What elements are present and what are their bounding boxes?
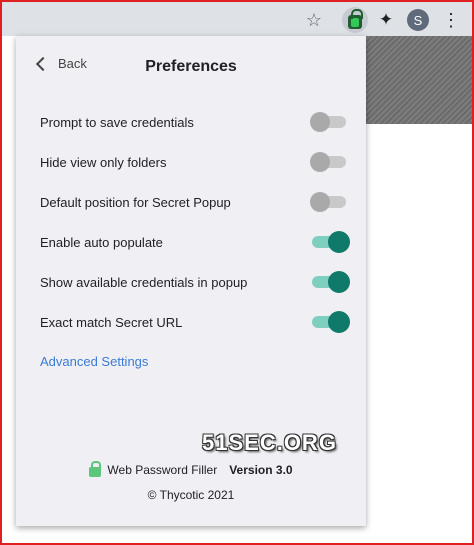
setting-row: Enable auto populate bbox=[40, 230, 350, 254]
setting-toggle[interactable] bbox=[310, 110, 346, 134]
product-name: Web Password Filler bbox=[107, 463, 218, 477]
copyright: © Thycotic 2021 bbox=[147, 488, 235, 502]
page-background-pattern bbox=[365, 36, 472, 124]
setting-label: Exact match Secret URL bbox=[40, 314, 183, 330]
setting-toggle[interactable] bbox=[310, 150, 346, 174]
lock-icon bbox=[89, 461, 102, 477]
setting-label: Enable auto populate bbox=[40, 234, 163, 250]
setting-row: Hide view only folders bbox=[40, 150, 346, 174]
kebab-menu-icon[interactable]: ⋮ bbox=[439, 8, 463, 32]
watermark: 51SEC.ORG bbox=[202, 430, 337, 455]
toggle-knob bbox=[310, 112, 330, 132]
page-title: Preferences bbox=[145, 58, 237, 75]
setting-toggle[interactable] bbox=[310, 230, 350, 254]
setting-label: Show available credentials in popup bbox=[40, 274, 248, 290]
setting-label: Default position for Secret Popup bbox=[40, 194, 231, 210]
toggle-knob bbox=[310, 152, 330, 172]
setting-toggle[interactable] bbox=[310, 190, 346, 214]
toggle-knob bbox=[328, 231, 350, 253]
footer: Web Password Filler Version 3.0 bbox=[16, 461, 366, 477]
setting-row: Exact match Secret URL bbox=[40, 310, 350, 334]
lock-extension-icon[interactable] bbox=[342, 7, 368, 33]
version-label: Version 3.0 bbox=[229, 463, 293, 477]
star-icon[interactable]: ☆ bbox=[302, 8, 326, 32]
setting-toggle[interactable] bbox=[310, 270, 350, 294]
setting-row: Show available credentials in popup bbox=[40, 270, 350, 294]
setting-row: Prompt to save credentials bbox=[40, 110, 346, 134]
toggle-knob bbox=[310, 192, 330, 212]
setting-label: Prompt to save credentials bbox=[40, 114, 194, 130]
toggle-knob bbox=[328, 271, 350, 293]
puzzle-icon[interactable]: ✦ bbox=[374, 8, 398, 32]
setting-row: Default position for Secret Popup bbox=[40, 190, 346, 214]
avatar[interactable]: S bbox=[407, 9, 429, 31]
setting-toggle[interactable] bbox=[310, 310, 350, 334]
toggle-knob bbox=[328, 311, 350, 333]
browser-toolbar: ☆ ✦ S ⋮ bbox=[2, 2, 472, 36]
advanced-settings-link[interactable]: Advanced Settings bbox=[40, 354, 148, 369]
setting-label: Hide view only folders bbox=[40, 154, 167, 170]
